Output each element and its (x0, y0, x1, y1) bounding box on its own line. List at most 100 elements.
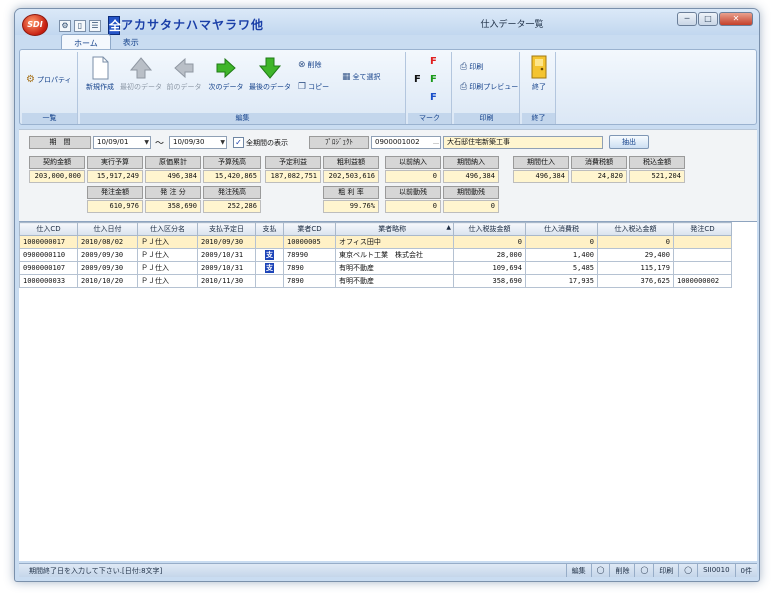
budget-remaining-label: 予算残高 (203, 156, 261, 169)
cell-net-amount[interactable]: 109,694 (453, 261, 526, 275)
table-row[interactable]: 0900000110 2009/09/30 ＰＪ仕入 2009/10/31 支 … (19, 248, 732, 262)
show-all-period-checkbox[interactable]: ✓ 全期間の表示 (233, 137, 288, 148)
cell-order-cd[interactable] (673, 261, 732, 275)
date-from-dropdown-icon[interactable]: ▼ (144, 137, 149, 148)
print-button[interactable]: ⎙ 印刷 (460, 62, 483, 72)
first-record-button[interactable]: 最初のデータ (120, 56, 162, 92)
mark-green-flag-icon[interactable]: F (430, 74, 437, 85)
col-header-purchase-date[interactable]: 仕入日付 (77, 222, 138, 236)
show-all-period-label: 全期間の表示 (246, 138, 288, 147)
cell-vendor-cd[interactable]: 10000005 (283, 235, 336, 249)
cell-gross-amount[interactable]: 376,625 (597, 274, 674, 288)
table-row[interactable]: 0900000107 2009/09/30 ＰＪ仕入 2009/10/31 支 … (19, 261, 732, 275)
col-header-pay[interactable]: 支払 (255, 222, 284, 236)
cell-purchase-date[interactable]: 2009/09/30 (77, 261, 138, 275)
cell-pay[interactable]: 支 (255, 248, 284, 262)
contract-amount-label: 契約金額 (29, 156, 85, 169)
cell-pay[interactable] (255, 274, 284, 288)
select-all-button[interactable]: ▦ 全て選択 (342, 72, 381, 82)
cell-vendor-cd[interactable]: 7890 (283, 261, 336, 275)
consumption-tax-label: 消費税額 (571, 156, 627, 169)
order-part-value: 358,690 (145, 200, 201, 213)
prev-move-label: 以前動残 (385, 186, 441, 199)
cell-net-amount[interactable]: 358,690 (453, 274, 526, 288)
col-header-purchase-cd[interactable]: 仕入CD (19, 222, 78, 236)
date-from-input[interactable]: 10/09/01 ▼ (93, 136, 151, 149)
maximize-button[interactable]: □ (698, 12, 718, 26)
cell-consumption-tax[interactable]: 17,935 (525, 274, 598, 288)
cell-gross-amount[interactable]: 29,400 (597, 248, 674, 262)
copy-button[interactable]: ❐ コピー (298, 82, 329, 92)
cell-gross-amount[interactable]: 0 (597, 235, 674, 249)
cell-order-cd[interactable] (673, 248, 732, 262)
cell-pay-date[interactable]: 2009/10/31 (197, 261, 256, 275)
period-purchase-value: 496,384 (443, 170, 499, 183)
cell-vendor-cd[interactable]: 7890 (283, 274, 336, 288)
cell-purchase-date[interactable]: 2010/08/02 (77, 235, 138, 249)
cell-purchase-kind[interactable]: ＰＪ仕入 (137, 274, 198, 288)
mark-blue-flag-icon[interactable]: F (430, 92, 437, 103)
cell-purchase-kind[interactable]: ＰＪ仕入 (137, 248, 198, 262)
cell-pay[interactable]: 支 (255, 261, 284, 275)
delete-label: 削除 (307, 61, 322, 69)
extract-button[interactable]: 抽出 (609, 135, 649, 149)
cell-pay[interactable] (255, 235, 284, 249)
new-button[interactable]: 新規作成 (82, 56, 118, 92)
mark-black-flag-icon[interactable]: F (414, 74, 421, 85)
col-header-pay-date[interactable]: 支払予定日 (197, 222, 256, 236)
cell-order-cd[interactable]: 1000000002 (673, 274, 732, 288)
app-window: SDI ⚙ ▯ ☰ 全 ア カ サ タ ナ ハ マ ヤ ラ ワ 他 仕入データ一… (14, 8, 760, 582)
status-screen-id: SII0010 (697, 564, 734, 577)
col-header-gross-amount[interactable]: 仕入税込金額 (597, 222, 674, 236)
cell-vendor-name[interactable]: 有明不動産 (335, 274, 454, 288)
cell-net-amount[interactable]: 28,000 (453, 248, 526, 262)
property-button[interactable]: ⚙ プロパティ (26, 74, 72, 85)
delete-button[interactable]: ⊗ 削除 (298, 60, 322, 70)
cell-vendor-name[interactable]: 東京ベルト工業 株式会社 (335, 248, 454, 262)
col-header-purchase-kind[interactable]: 仕入区分名 (137, 222, 198, 236)
cell-net-amount[interactable]: 0 (453, 235, 526, 249)
cell-vendor-name[interactable]: 有明不動産 (335, 261, 454, 275)
date-to-input[interactable]: 10/09/30 ▼ (169, 136, 227, 149)
cell-consumption-tax[interactable]: 1,400 (525, 248, 598, 262)
close-button[interactable]: ✕ (719, 12, 753, 26)
last-record-button[interactable]: 最後のデータ (248, 56, 292, 92)
mark-red-flag-icon[interactable]: F (430, 56, 437, 67)
col-header-consumption-tax[interactable]: 仕入消費税 (525, 222, 598, 236)
cell-vendor-name[interactable]: オフィス田中 (335, 235, 454, 249)
cell-order-cd[interactable] (673, 235, 732, 249)
col-header-vendor-name[interactable]: 業者略称 ▲ (335, 222, 454, 236)
prev-record-button[interactable]: 前のデータ (164, 56, 204, 92)
cell-consumption-tax[interactable]: 0 (525, 235, 598, 249)
table-row[interactable]: 1000000017 2010/08/02 ＰＪ仕入 2010/09/30 10… (19, 235, 732, 249)
cell-purchase-cd[interactable]: 0900000107 (19, 261, 78, 275)
next-record-button[interactable]: 次のデータ (206, 56, 246, 92)
print-preview-button[interactable]: ⎙ 印刷プレビュー (460, 82, 518, 92)
cell-purchase-cd[interactable]: 1000000017 (19, 235, 78, 249)
exit-button[interactable]: 終了 (526, 54, 552, 92)
cell-consumption-tax[interactable]: 5,485 (525, 261, 598, 275)
cell-pay-date[interactable]: 2009/10/31 (197, 248, 256, 262)
cell-pay-date[interactable]: 2010/11/30 (197, 274, 256, 288)
cell-purchase-cd[interactable]: 1000000033 (19, 274, 78, 288)
table-row[interactable]: 1000000033 2010/10/20 ＰＪ仕入 2010/11/30 78… (19, 274, 732, 288)
date-to-dropdown-icon[interactable]: ▼ (220, 137, 225, 148)
col-header-order-cd[interactable]: 発注CD (673, 222, 732, 236)
cell-purchase-kind[interactable]: ＰＪ仕入 (137, 235, 198, 249)
cell-purchase-date[interactable]: 2009/09/30 (77, 248, 138, 262)
col-header-net-amount[interactable]: 仕入税抜金額 (453, 222, 526, 236)
cell-pay-date[interactable]: 2010/09/30 (197, 235, 256, 249)
project-code-input[interactable]: 0900001002 … (371, 136, 441, 149)
ribbon-group-exit: 終了 終了 (522, 52, 556, 124)
prev-arrow-icon (174, 57, 194, 79)
cell-purchase-kind[interactable]: ＰＪ仕入 (137, 261, 198, 275)
project-lookup-icon[interactable]: … (433, 137, 439, 148)
minimize-button[interactable]: ─ (677, 12, 697, 26)
cell-purchase-date[interactable]: 2010/10/20 (77, 274, 138, 288)
cell-gross-amount[interactable]: 115,179 (597, 261, 674, 275)
cell-vendor-cd[interactable]: 78990 (283, 248, 336, 262)
period-move-label: 期間動残 (443, 186, 499, 199)
period-move-value: 0 (443, 200, 499, 213)
cell-purchase-cd[interactable]: 0900000110 (19, 248, 78, 262)
col-header-vendor-cd[interactable]: 業者CD (283, 222, 336, 236)
